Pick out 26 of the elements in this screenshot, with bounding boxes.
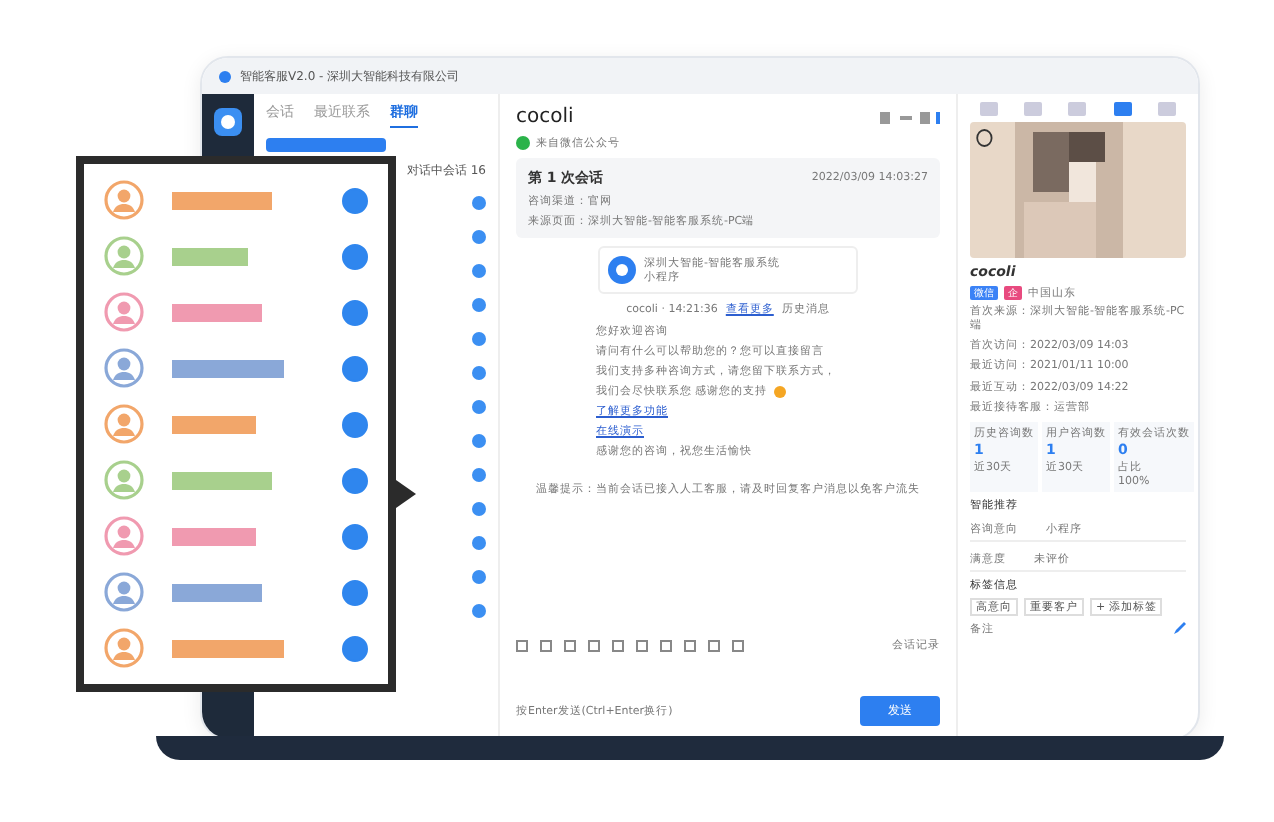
check-circle[interactable] [342, 243, 368, 269]
user-avatar-icon [104, 404, 144, 444]
toolbar-icons [880, 111, 940, 123]
user-avatar-icon [104, 180, 144, 220]
mini-program-icon [608, 256, 636, 284]
check-circle[interactable] [342, 635, 368, 661]
pencil-icon[interactable] [1174, 622, 1186, 635]
check-circle[interactable] [342, 467, 368, 493]
user-avatar-icon [104, 516, 144, 556]
user-avatar-icon [104, 628, 144, 668]
check-circle[interactable] [342, 187, 368, 213]
app-logo-icon [218, 69, 232, 83]
user-avatar-icon [104, 292, 144, 332]
emoji-icon [773, 385, 786, 397]
user-avatar-icon [104, 348, 144, 388]
panel-tab-icon[interactable] [1113, 102, 1132, 116]
check-circle[interactable] [342, 411, 368, 437]
app-logo-icon [212, 106, 244, 138]
check-circle[interactable] [342, 579, 368, 605]
contact-name: cocoli [516, 106, 574, 128]
check-circle[interactable] [342, 355, 368, 381]
check-circle[interactable] [342, 523, 368, 549]
check-circle[interactable] [342, 299, 368, 325]
user-avatar-icon [104, 460, 144, 500]
user-avatar-icon [104, 236, 144, 276]
user-avatar-icon [104, 572, 144, 612]
